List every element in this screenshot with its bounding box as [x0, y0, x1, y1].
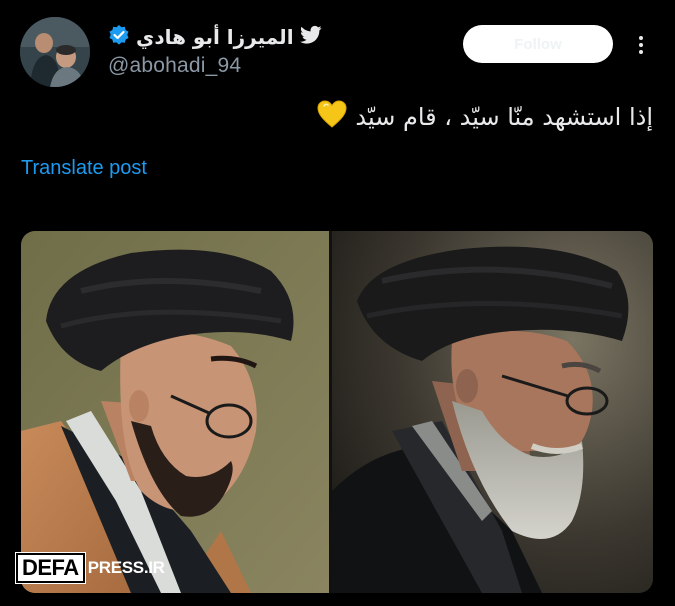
verified-badge-icon	[108, 24, 130, 50]
more-options-icon[interactable]	[632, 32, 650, 58]
user-handle[interactable]: @abohadi_94	[108, 54, 241, 78]
follow-button[interactable]: Follow	[463, 25, 613, 63]
yellow-heart-icon	[317, 100, 347, 134]
tweet-text: إذا استشهد منّا سيّد ، قام سيّد	[33, 100, 653, 134]
avatar[interactable]	[20, 17, 90, 87]
tweet-card: الميرزا أبو هادي @abohadi_94 Follow إذا …	[0, 0, 675, 606]
avatar-image	[20, 17, 90, 87]
tweet-body: إذا استشهد منّا سيّد ، قام سيّد	[355, 103, 653, 131]
tweet-media[interactable]	[21, 231, 653, 593]
author-name-row: الميرزا أبو هادي	[108, 22, 322, 52]
defapress-watermark: DEFA PRESS.IR	[16, 553, 165, 583]
watermark-logo: DEFA	[16, 553, 85, 583]
translate-post-link[interactable]: Translate post	[21, 157, 147, 180]
watermark-site: PRESS.IR	[87, 558, 165, 577]
photo-right[interactable]	[332, 231, 653, 593]
bird-icon	[299, 25, 322, 49]
display-name[interactable]: الميرزا أبو هادي	[136, 25, 294, 49]
photo-left[interactable]	[21, 231, 329, 593]
